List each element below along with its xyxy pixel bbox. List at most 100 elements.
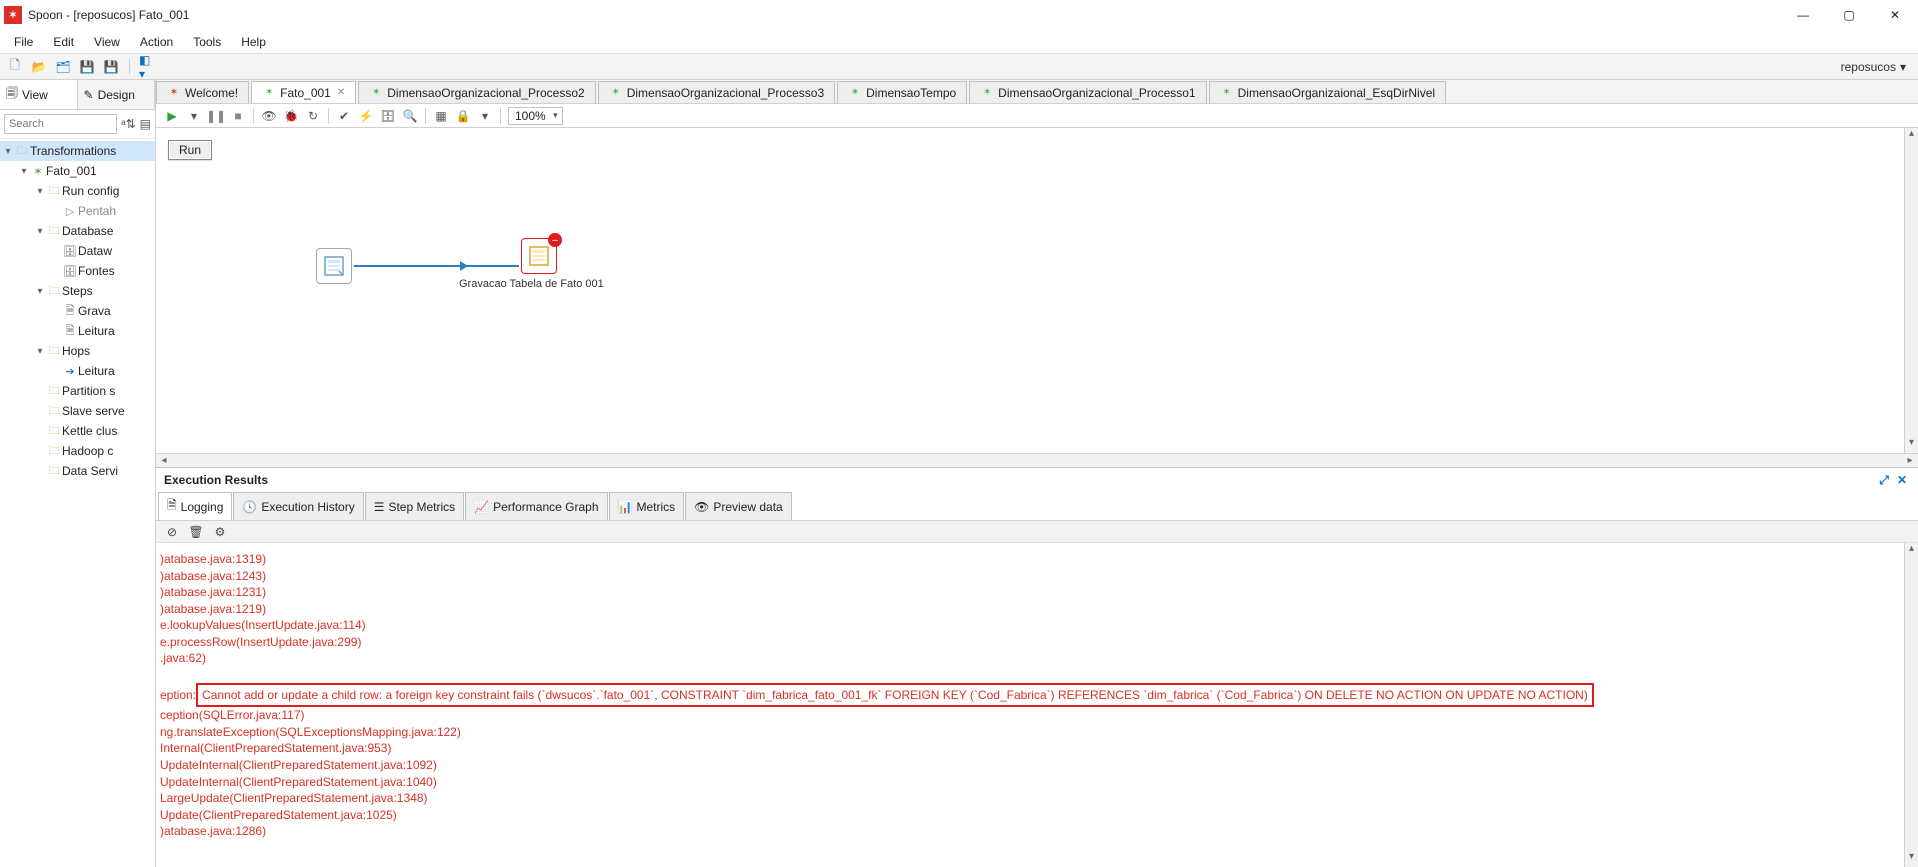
- log-tab-metrics[interactable]: 📊Metrics: [609, 492, 685, 520]
- impact-icon[interactable]: ⚡: [356, 107, 376, 125]
- tree-dataw[interactable]: 🗄Dataw: [0, 241, 155, 261]
- log-highlight-row: eption: Cannot add or update a child row…: [158, 683, 1916, 708]
- tree-leitura-step[interactable]: 🗎Leitura: [0, 321, 155, 341]
- tree-partition[interactable]: 🗀Partition s: [0, 381, 155, 401]
- tree-fontes[interactable]: 🗄Fontes: [0, 261, 155, 281]
- lock-icon[interactable]: 🔒: [453, 107, 473, 125]
- dropdown-icon[interactable]: ▾: [475, 107, 495, 125]
- log-line: ception(SQLError.java:117): [158, 707, 1916, 724]
- log-icon: 🗎: [167, 496, 177, 517]
- canvas-vscroll[interactable]: ▴▾: [1904, 128, 1918, 453]
- canvas-wrap: Run – Gravacao Tabela de Fato 001 ▴▾: [156, 128, 1918, 453]
- collapse-all-icon[interactable]: ▤: [140, 117, 151, 131]
- close-button[interactable]: ✕: [1872, 0, 1918, 30]
- tab-dim-p3[interactable]: ✶DimensaoOrganizacional_Processo3: [598, 81, 835, 103]
- tree-fato001[interactable]: ▾✶Fato_001: [0, 161, 155, 181]
- tab-dim-esq[interactable]: ✶DimensaoOrganizaional_EsqDirNivel: [1209, 81, 1446, 103]
- log-body[interactable]: )atabase.java:1319))atabase.java:1243))a…: [156, 543, 1918, 867]
- close-icon[interactable]: ✕: [337, 87, 345, 98]
- step-input[interactable]: [316, 248, 352, 284]
- log-tab-logging[interactable]: 🗎Logging: [158, 492, 232, 520]
- step-output[interactable]: –: [521, 238, 557, 274]
- titlebar: ✶ Spoon - [reposucos] Fato_001 — ▢ ✕: [0, 0, 1918, 30]
- menu-action[interactable]: Action: [132, 33, 181, 51]
- menu-help[interactable]: Help: [233, 33, 274, 51]
- view-icon: 🗐: [6, 84, 18, 105]
- log-tab-history[interactable]: 🕓Execution History: [233, 492, 363, 520]
- pause-button[interactable]: ❚❚: [206, 107, 226, 125]
- run-options-dropdown[interactable]: ▾: [184, 107, 204, 125]
- sidebar: 🗐View ✎Design ᵃ⇅ ▤ ▾🗀Transformations ▾✶F…: [0, 80, 156, 867]
- exec-expand-icon[interactable]: ⤢: [1876, 472, 1892, 488]
- explore-icon[interactable]: 🗂: [54, 58, 72, 76]
- sidebar-tab-design[interactable]: ✎Design: [78, 80, 156, 109]
- tab-dim-p2[interactable]: ✶DimensaoOrganizacional_Processo2: [358, 81, 595, 103]
- tree-leitura-hop[interactable]: ➔Leitura: [0, 361, 155, 381]
- tree-kettle[interactable]: 🗀Kettle clus: [0, 421, 155, 441]
- menu-tools[interactable]: Tools: [185, 33, 229, 51]
- stop-button[interactable]: ■: [228, 107, 248, 125]
- canvas-hscroll[interactable]: ◂▸: [156, 453, 1918, 467]
- menubar: File Edit View Action Tools Help: [0, 30, 1918, 54]
- open-file-icon[interactable]: 📂: [30, 58, 48, 76]
- menu-view[interactable]: View: [86, 33, 128, 51]
- preview-icon[interactable]: 👁: [259, 107, 279, 125]
- log-stop-icon[interactable]: ⊘: [164, 524, 180, 540]
- log-line: LargeUpdate(ClientPreparedStatement.java…: [158, 790, 1916, 807]
- menu-edit[interactable]: Edit: [45, 33, 82, 51]
- log-line: ng.translateException(SQLExceptionsMappi…: [158, 724, 1916, 741]
- canvas[interactable]: Run – Gravacao Tabela de Fato 001: [156, 128, 1918, 453]
- save-icon[interactable]: 💾: [78, 58, 96, 76]
- log-vscroll[interactable]: ▴▾: [1904, 543, 1918, 867]
- new-file-icon[interactable]: 🗋: [6, 58, 24, 76]
- log-line: )atabase.java:1219): [158, 601, 1916, 618]
- tree-transformations[interactable]: ▾🗀Transformations: [0, 141, 155, 161]
- log-settings-icon[interactable]: ⚙: [212, 524, 228, 540]
- tab-fato001[interactable]: ✶Fato_001✕: [251, 81, 356, 103]
- menu-file[interactable]: File: [6, 33, 41, 51]
- minimize-button[interactable]: —: [1780, 0, 1826, 30]
- repository-selector[interactable]: reposucos ▾: [1835, 60, 1912, 74]
- design-icon: ✎: [84, 88, 94, 102]
- tree-hops[interactable]: ▾🗀Hops: [0, 341, 155, 361]
- tree-hadoop[interactable]: 🗀Hadoop c: [0, 441, 155, 461]
- zoom-combo[interactable]: 100%: [508, 107, 563, 125]
- tree-grava[interactable]: 🗎Grava: [0, 301, 155, 321]
- sidebar-search-input[interactable]: [4, 114, 117, 134]
- log-tab-perf[interactable]: 📈Performance Graph: [465, 492, 607, 520]
- tree-pentah[interactable]: ▷Pentah: [0, 201, 155, 221]
- verify-icon[interactable]: ✔: [334, 107, 354, 125]
- log-tab-step-metrics[interactable]: ☰Step Metrics: [365, 492, 464, 520]
- run-button[interactable]: ▶: [162, 107, 182, 125]
- explore-db-icon[interactable]: 🔍: [400, 107, 420, 125]
- tree-steps[interactable]: ▾🗀Steps: [0, 281, 155, 301]
- log-line: Internal(ClientPreparedStatement.java:95…: [158, 740, 1916, 757]
- tab-welcome[interactable]: ✶Welcome!: [156, 81, 249, 103]
- expand-all-icon[interactable]: ᵃ⇅: [121, 117, 136, 131]
- content-area: ✶Welcome! ✶Fato_001✕ ✶DimensaoOrganizaci…: [156, 80, 1918, 867]
- replay-icon[interactable]: ↻: [303, 107, 323, 125]
- log-tab-preview[interactable]: 👁Preview data: [685, 492, 792, 520]
- sql-icon[interactable]: 🗄: [378, 107, 398, 125]
- tree-runconfig[interactable]: ▾🗀Run config: [0, 181, 155, 201]
- tree-dataserv[interactable]: 🗀Data Servi: [0, 461, 155, 481]
- run-knob[interactable]: Run: [168, 140, 212, 160]
- tree-slave[interactable]: 🗀Slave serve: [0, 401, 155, 421]
- show-results-icon[interactable]: ▦: [431, 107, 451, 125]
- maximize-button[interactable]: ▢: [1826, 0, 1872, 30]
- repo-name: reposucos: [1841, 60, 1896, 74]
- metrics-icon: 📊: [618, 500, 633, 514]
- log-clear-icon[interactable]: 🗑: [188, 524, 204, 540]
- tab-dim-tempo[interactable]: ✶DimensaoTempo: [837, 81, 967, 103]
- log-line: )atabase.java:1286): [158, 823, 1916, 840]
- tree-database[interactable]: ▾🗀Database: [0, 221, 155, 241]
- save-as-icon[interactable]: 💾: [102, 58, 120, 76]
- step-metrics-icon: ☰: [374, 500, 385, 514]
- sidebar-tree: ▾🗀Transformations ▾✶Fato_001 ▾🗀Run confi…: [0, 139, 155, 867]
- hop[interactable]: [354, 265, 519, 267]
- sidebar-tab-view[interactable]: 🗐View: [0, 80, 78, 109]
- tab-dim-p1[interactable]: ✶DimensaoOrganizacional_Processo1: [969, 81, 1206, 103]
- perspective-icon[interactable]: ◧ ▾: [139, 58, 157, 76]
- debug-icon[interactable]: 🐞: [281, 107, 301, 125]
- exec-close-icon[interactable]: ✕: [1894, 472, 1910, 488]
